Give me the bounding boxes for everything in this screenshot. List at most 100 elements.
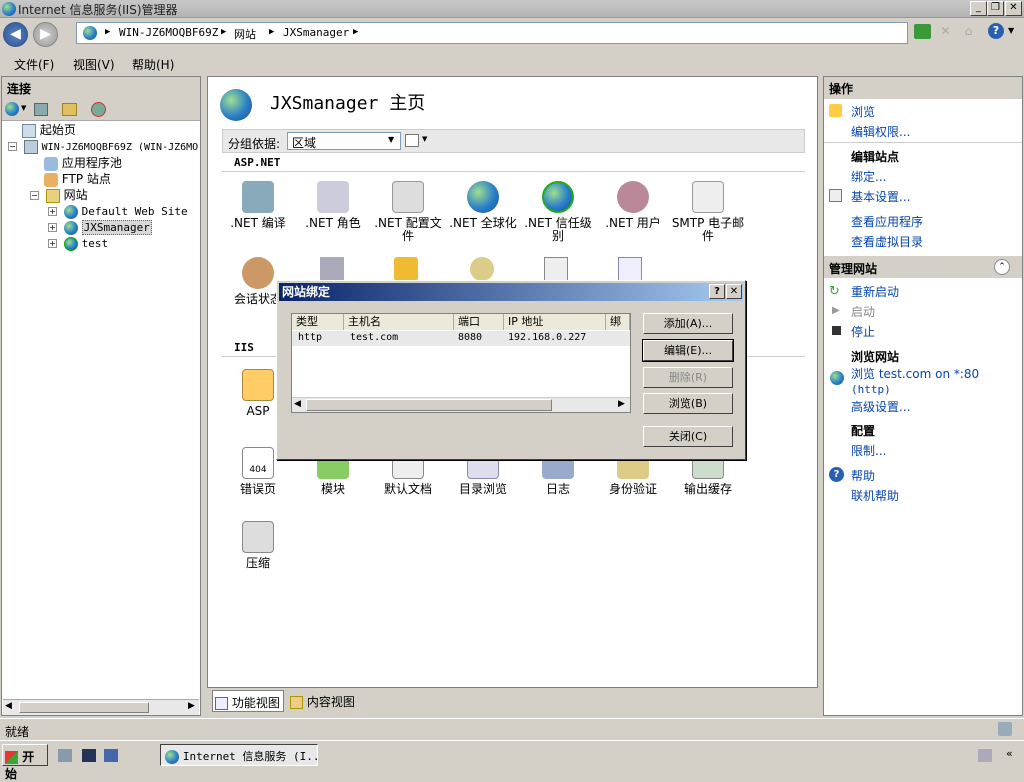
expand-icon[interactable]: + [48, 223, 57, 232]
tab-content-view[interactable]: 内容视图 [288, 690, 360, 712]
action-browse[interactable]: 浏览 [851, 103, 875, 120]
breadcrumb-site[interactable]: JXSmanager [283, 26, 349, 39]
tab-features-view[interactable]: 功能视图 [212, 690, 284, 712]
feature-net-compilation[interactable]: .NET 编译 [220, 181, 296, 230]
scroll-left-icon[interactable]: ◀ [5, 701, 12, 711]
tree-app-pools[interactable]: 应用程序池 [44, 155, 122, 171]
group-by-label: 分组依据: [228, 137, 281, 151]
feature-net-trust[interactable]: .NET 信任级别 [520, 181, 596, 243]
expand-icon[interactable]: + [48, 239, 57, 248]
refresh-icon[interactable] [914, 24, 931, 39]
close-dialog-button[interactable]: 关闭(C) [643, 426, 733, 447]
feature-net-roles[interactable]: .NET 角色 [295, 181, 371, 230]
dialog-help-button[interactable]: ? [709, 284, 725, 299]
actions-header: 操作 [824, 77, 1022, 99]
scroll-thumb[interactable] [306, 399, 552, 411]
address-path[interactable]: ▶ WIN-JZ6MOQBF69Z ▶ 网站 ▶ JXSmanager ▶ [76, 22, 908, 44]
action-view-virtual-dirs[interactable]: 查看虚拟目录 [851, 233, 923, 250]
action-view-applications[interactable]: 查看应用程序 [851, 213, 923, 230]
disconnect-icon[interactable] [91, 102, 106, 117]
collapse-section-icon[interactable]: ⌃ [994, 259, 1010, 275]
back-arrow-icon[interactable]: ◀ [3, 22, 28, 47]
home-icon[interactable]: ⌂ [960, 24, 977, 39]
browse-binding-button[interactable]: 浏览(B) [643, 393, 733, 414]
menu-file[interactable]: 文件(F) [14, 56, 54, 73]
remove-binding-button: 删除(R) [643, 367, 733, 388]
action-stop[interactable]: 停止 [851, 323, 875, 340]
tray-network-icon[interactable] [978, 749, 992, 762]
collapse-icon[interactable]: − [8, 142, 17, 151]
pages-controls-icon[interactable] [394, 257, 418, 281]
feature-smtp-email[interactable]: SMTP 电子邮件 [670, 181, 746, 243]
powershell-icon[interactable] [104, 749, 118, 762]
column-binding[interactable]: 绑定 [606, 314, 630, 330]
tree-site-default[interactable]: + Default Web Site [48, 203, 188, 219]
tree-start-page[interactable]: 起始页 [22, 122, 76, 138]
compression-icon [242, 521, 274, 553]
tree-server[interactable]: − WIN-JZ6MOQBF69Z (WIN-JZ6MO [8, 138, 198, 154]
minimize-button[interactable]: _ [970, 1, 987, 16]
maximize-button[interactable]: ❐ [987, 1, 1004, 16]
horizontal-scrollbar[interactable]: ◀ ▶ [3, 699, 199, 715]
tree-site-jxsmanager[interactable]: + JXSmanager [48, 219, 152, 235]
menu-help[interactable]: 帮助(H) [132, 56, 174, 73]
tree-websites[interactable]: − 网站 [30, 187, 88, 203]
connection-strings-icon[interactable] [618, 257, 642, 281]
feature-compression[interactable]: 压缩 [220, 521, 296, 570]
stop-icon[interactable]: ✕ [937, 24, 954, 39]
status-text: 就绪 [5, 725, 30, 739]
menu-view[interactable]: 视图(V) [73, 56, 115, 73]
view-mode-icon[interactable] [405, 134, 419, 147]
action-limits[interactable]: 限制... [851, 442, 886, 459]
feature-net-users[interactable]: .NET 用户 [595, 181, 671, 230]
action-edit-permissions[interactable]: 编辑权限... [851, 123, 910, 140]
table-row[interactable]: http test.com 8080 192.168.0.227 [292, 331, 630, 346]
status-bar: 就绪 [0, 718, 1024, 740]
action-basic-settings[interactable]: 基本设置... [851, 188, 910, 205]
dialog-close-icon[interactable]: ✕ [726, 284, 742, 299]
scroll-left-icon[interactable]: ◀ [294, 399, 301, 409]
feature-net-profile[interactable]: .NET 配置文件 [370, 181, 446, 243]
action-bindings[interactable]: 绑定... [851, 168, 886, 185]
column-ip[interactable]: IP 地址 [504, 314, 606, 330]
breadcrumb-sites[interactable]: 网站 [234, 26, 256, 42]
column-type[interactable]: 类型 [292, 314, 344, 330]
taskbar-iis-window[interactable]: Internet 信息服务 (I... [160, 744, 318, 766]
help-dropdown-icon[interactable]: ▼ [1008, 26, 1014, 35]
folder-up-icon[interactable] [62, 103, 77, 116]
breadcrumb-server[interactable]: WIN-JZ6MOQBF69Z [119, 26, 218, 39]
help-icon[interactable]: ? [988, 23, 1004, 39]
action-restart[interactable]: 重新启动 [851, 283, 899, 300]
close-button[interactable]: ✕ [1005, 1, 1022, 16]
expand-icon[interactable]: + [48, 207, 57, 216]
action-help[interactable]: 帮助 [851, 467, 875, 484]
column-port[interactable]: 端口 [454, 314, 504, 330]
server-manager-icon[interactable] [58, 749, 72, 762]
tree-site-test[interactable]: + test [48, 235, 108, 251]
tray-expand-icon[interactable]: « [1006, 747, 1013, 760]
action-online-help[interactable]: 联机帮助 [851, 487, 899, 504]
tree-ftp-sites[interactable]: FTP 站点 [44, 171, 111, 187]
start-button[interactable]: 开始 [2, 744, 48, 781]
list-horizontal-scrollbar[interactable]: ◀ ▶ [292, 397, 630, 412]
connect-icon[interactable] [5, 102, 19, 116]
app-settings-icon[interactable] [544, 257, 568, 281]
show-desktop-icon[interactable] [82, 749, 96, 762]
iis-app-icon [165, 749, 179, 764]
providers-icon[interactable] [470, 257, 494, 281]
machine-key-icon[interactable] [320, 257, 344, 281]
bindings-list[interactable]: 类型 主机名 端口 IP 地址 绑定 http test.com 8080 19… [291, 313, 631, 413]
scroll-thumb[interactable] [19, 702, 149, 713]
scroll-right-icon[interactable]: ▶ [188, 701, 195, 711]
save-icon[interactable] [34, 103, 48, 116]
column-host[interactable]: 主机名 [344, 314, 454, 330]
forward-arrow-icon[interactable]: ▶ [33, 22, 58, 47]
collapse-icon[interactable]: − [30, 191, 39, 200]
edit-binding-button[interactable]: 编辑(E)... [642, 339, 734, 362]
action-browse-site[interactable]: 浏览 test.com on *:80 (http) [851, 365, 979, 396]
group-by-select[interactable]: 区域 ▼ [287, 132, 401, 150]
action-advanced-settings[interactable]: 高级设置... [851, 398, 910, 415]
feature-net-globalization[interactable]: .NET 全球化 [445, 181, 521, 230]
add-binding-button[interactable]: 添加(A)... [643, 313, 733, 334]
scroll-right-icon[interactable]: ▶ [618, 399, 625, 409]
